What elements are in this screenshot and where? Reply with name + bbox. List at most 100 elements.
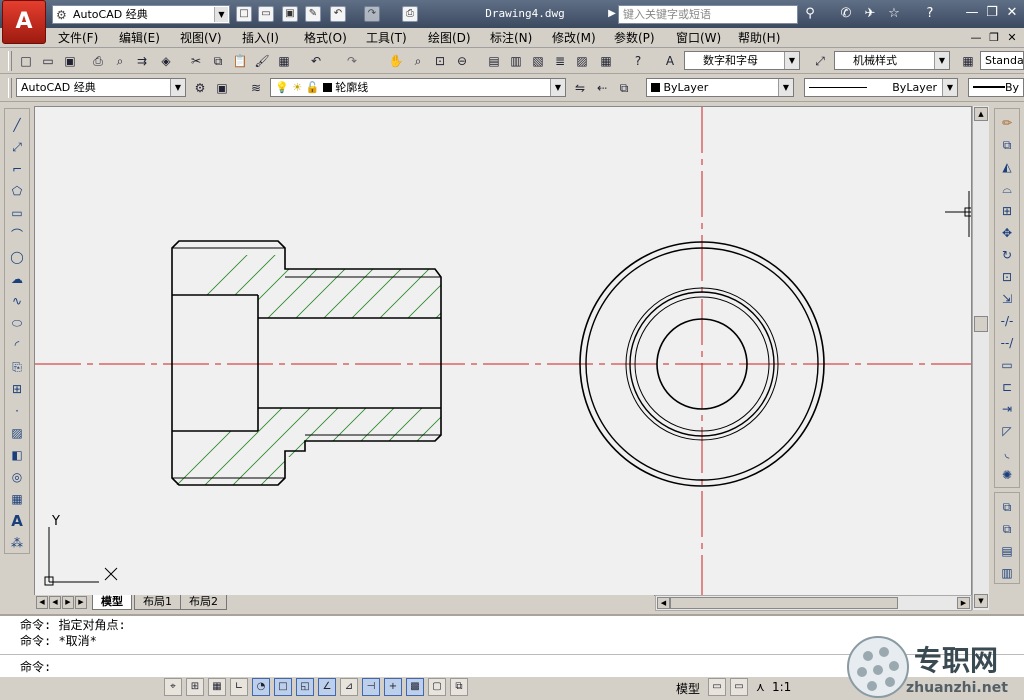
spline-icon[interactable]: ∿ (7, 291, 27, 311)
open-folder-icon[interactable]: ▭ (258, 6, 274, 22)
rotate-icon[interactable]: ↻ (997, 245, 1017, 265)
help-icon[interactable]: ? (922, 6, 938, 22)
lineweight-display-icon[interactable]: + (384, 678, 402, 696)
scroll-left-arrow[interactable]: ◀ (657, 597, 670, 609)
prev-tab-arrow[interactable]: ◀ (49, 596, 61, 609)
menu-window[interactable]: 窗口(W) (672, 29, 725, 47)
transparency-icon[interactable]: ▩ (406, 678, 424, 696)
add-selected-icon[interactable]: ⁂ (7, 533, 27, 553)
trim-icon[interactable]: -/- (997, 311, 1017, 331)
doc-restore-button[interactable]: ❐ (986, 30, 1002, 46)
array-icon[interactable]: ⊞ (997, 201, 1017, 221)
workspace-select[interactable]: AutoCAD 经典 ▼ (16, 78, 186, 97)
polar-tracking-icon[interactable]: ◔ (252, 678, 270, 696)
qnew-icon[interactable]: □ (16, 51, 36, 71)
rectangle-icon[interactable]: ▭ (7, 203, 27, 223)
zoom-window-icon[interactable]: ⊡ (430, 51, 450, 71)
region-icon[interactable]: ◎ (7, 467, 27, 487)
save-as-icon[interactable]: ✎ (305, 6, 321, 22)
binoculars-icon[interactable]: ⚲ (802, 6, 818, 22)
workspace-settings-icon[interactable]: ⚙ (190, 78, 210, 98)
polyline-icon[interactable]: ⌐ (7, 159, 27, 179)
table-style-icon[interactable]: ▦ (958, 51, 978, 71)
match-properties-icon[interactable]: 🖌 (252, 51, 272, 71)
menu-view[interactable]: 视图(V) (176, 29, 226, 47)
menu-insert[interactable]: 插入(I) (238, 29, 283, 47)
lineweight-select[interactable]: By (968, 78, 1024, 97)
dynamic-ucs-icon[interactable]: ⊿ (340, 678, 358, 696)
menu-edit[interactable]: 编辑(E) (115, 29, 164, 47)
explode-icon[interactable]: ✺ (997, 465, 1017, 485)
quick-view-layouts-icon[interactable]: ▭ (708, 678, 726, 696)
save-icon[interactable]: ▣ (282, 6, 298, 22)
dynamic-input-icon[interactable]: ⊣ (362, 678, 380, 696)
last-tab-arrow[interactable]: ▶ (75, 596, 87, 609)
menu-modify[interactable]: 修改(M) (548, 29, 600, 47)
stretch-icon[interactable]: ⇲ (997, 289, 1017, 309)
make-block-icon[interactable]: ⊞ (7, 379, 27, 399)
block-editor-icon[interactable]: ▦ (274, 51, 294, 71)
properties-icon[interactable]: ▤ (484, 51, 504, 71)
text-style-select[interactable]: 数字和字母 ▼ (684, 51, 800, 70)
menu-tools[interactable]: 工具(T) (362, 29, 411, 47)
communication-center-icon[interactable]: ✆ (838, 6, 854, 22)
doc-minimize-button[interactable]: — (968, 30, 984, 46)
erase-icon[interactable]: ✏ (997, 113, 1017, 133)
point-icon[interactable]: · (7, 401, 27, 421)
paste-icon[interactable]: 📋 (230, 51, 250, 71)
3d-dwf-icon[interactable]: ◈ (156, 51, 176, 71)
insert-block-icon[interactable]: ⎘ (7, 357, 27, 377)
workspace-switcher[interactable]: ⚙ AutoCAD 经典 ▼ (52, 5, 230, 24)
table-icon[interactable]: ▦ (7, 489, 27, 509)
send-to-back-icon[interactable]: ⧉ (997, 519, 1017, 539)
workspace-save-icon[interactable]: ▣ (212, 78, 232, 98)
menu-dimension[interactable]: 标注(N) (486, 29, 536, 47)
quick-view-drawings-icon[interactable]: ▭ (730, 678, 748, 696)
chamfer-icon[interactable]: ◸ (997, 421, 1017, 441)
close-button[interactable]: ✕ (1002, 4, 1022, 22)
menu-parametric[interactable]: 参数(P) (610, 29, 659, 47)
grid-display-icon[interactable]: ▦ (208, 678, 226, 696)
ortho-mode-icon[interactable]: ∟ (230, 678, 248, 696)
undo-icon[interactable]: ↶ (330, 6, 346, 22)
toolbar-grip[interactable] (8, 51, 12, 71)
scale-icon[interactable]: ⊡ (997, 267, 1017, 287)
gradient-icon[interactable]: ◧ (7, 445, 27, 465)
satellite-icon[interactable]: ✈ (862, 6, 878, 22)
layer-select[interactable]: 💡 ☀ 🔓 轮廓线 ▼ (270, 78, 566, 97)
revision-cloud-icon[interactable]: ☁ (7, 269, 27, 289)
vertical-scrollbar[interactable]: ▲ ▼ (972, 106, 989, 610)
horizontal-scrollbar[interactable]: ◀ ▶ (655, 595, 972, 611)
quick-properties-icon[interactable]: ▢ (428, 678, 446, 696)
table-style-select[interactable]: Standa (980, 51, 1024, 70)
markup-icon[interactable]: ▨ (572, 51, 592, 71)
model-space-label[interactable]: 模型 (676, 680, 700, 697)
annotation-scale-value[interactable]: 1:1 (772, 680, 791, 694)
break-icon[interactable]: ⊏ (997, 377, 1017, 397)
layer-previous-icon[interactable]: ⇠ (592, 78, 612, 98)
scroll-up-arrow[interactable]: ▲ (974, 107, 988, 121)
object-snap-tracking-icon[interactable]: ∠ (318, 678, 336, 696)
linetype-select[interactable]: ByLayer ▼ (804, 78, 958, 97)
copy-icon[interactable]: ⧉ (208, 51, 228, 71)
circle-icon[interactable]: ◯ (7, 247, 27, 267)
design-center-icon[interactable]: ▥ (506, 51, 526, 71)
dim-style-select[interactable]: 机械样式 ▼ (834, 51, 950, 70)
3d-object-snap-icon[interactable]: ◱ (296, 678, 314, 696)
first-tab-arrow[interactable]: ◀ (36, 596, 48, 609)
calculator-icon[interactable]: ▦ (596, 51, 616, 71)
polygon-icon[interactable]: ⬠ (7, 181, 27, 201)
color-select[interactable]: ByLayer ▼ (646, 78, 794, 97)
layer-properties-icon[interactable]: ≋ (246, 78, 266, 98)
print-preview-icon[interactable]: ⌕ (110, 51, 130, 71)
doc-close-button[interactable]: ✕ (1004, 30, 1020, 46)
construction-line-icon[interactable]: ⤢ (7, 137, 27, 157)
open-icon[interactable]: ▭ (38, 51, 58, 71)
dim-style-icon[interactable]: ⤢ (810, 51, 830, 71)
cut-icon[interactable]: ✂ (186, 51, 206, 71)
menu-format[interactable]: 格式(O) (300, 29, 351, 47)
tab-layout2[interactable]: 布局2 (180, 595, 227, 610)
arc-icon[interactable]: ⌒ (7, 225, 27, 245)
object-snap-icon[interactable]: □ (274, 678, 292, 696)
sheet-set-icon[interactable]: ≣ (550, 51, 570, 71)
